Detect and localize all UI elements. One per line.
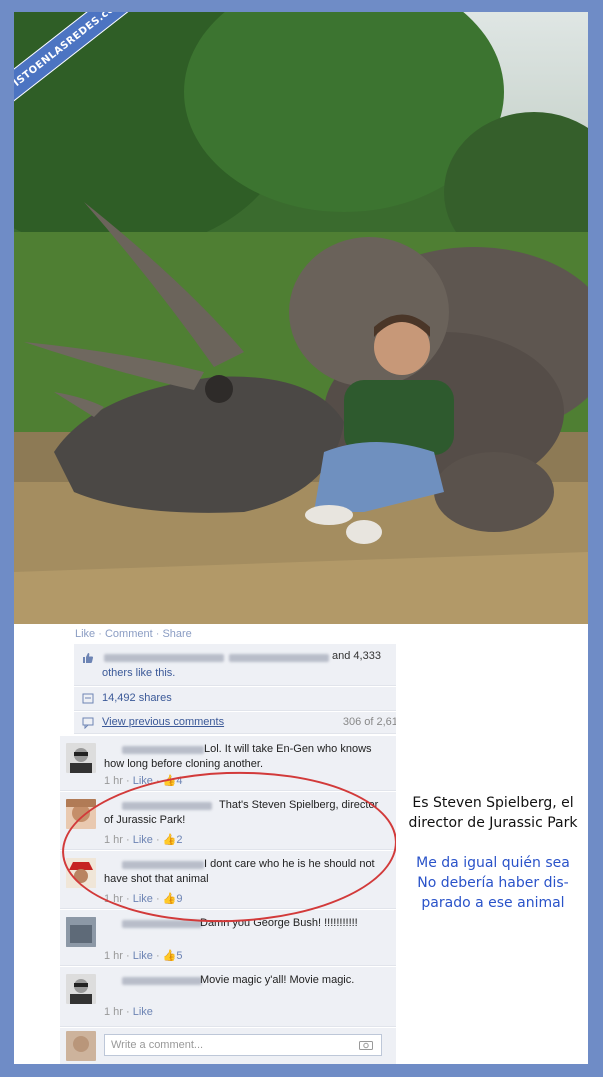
- comment-link[interactable]: Comment: [105, 628, 153, 640]
- like-link[interactable]: Like: [75, 628, 95, 640]
- comment-icon: [82, 717, 94, 729]
- comment-meta: 1 hr · Like: [104, 1006, 153, 1018]
- comment-meta: 1 hr · Like · 👍5: [104, 950, 183, 962]
- post-photo: VISTOENLASREDES.com: [14, 12, 588, 624]
- post-actions: Like · Comment · Share: [75, 628, 192, 640]
- blurred-names: [104, 654, 224, 662]
- shares-count[interactable]: 14,492 shares: [102, 692, 172, 704]
- others-like-text[interactable]: others like this.: [102, 667, 175, 679]
- view-previous-row: View previous comments 306 of 2,618: [74, 712, 410, 734]
- share-icon: [82, 693, 94, 704]
- blurred-names: [229, 654, 329, 662]
- comment-item: Movie magic y'all! Movie magic. 1 hr · L…: [60, 967, 396, 1027]
- write-comment-input[interactable]: Write a comment...: [104, 1034, 382, 1056]
- annotation-black: Es Steven Spielberg, el director de Jura…: [408, 795, 578, 831]
- likes-count: and 4,333: [332, 650, 381, 662]
- avatar: [66, 743, 96, 773]
- avatar: [66, 917, 96, 947]
- comment-like-link[interactable]: Like: [133, 1006, 153, 1018]
- annotation-panel: [396, 624, 588, 1064]
- view-previous-comments-link[interactable]: View previous comments: [102, 716, 224, 728]
- avatar: [66, 1031, 96, 1061]
- likes-summary: and 4,333 others like this.: [74, 644, 410, 686]
- comment-text: Movie magic y'all! Movie magic.: [200, 974, 355, 986]
- annotation-blue: Me da igual quién sea No debería haber d…: [416, 855, 570, 911]
- camera-icon[interactable]: [359, 1039, 373, 1050]
- comment-text: Lol. It will take En-Gen who knows how l…: [104, 743, 372, 770]
- comment-like-link[interactable]: Like: [133, 950, 153, 962]
- share-link[interactable]: Share: [162, 628, 191, 640]
- thumbs-up-icon: [83, 653, 94, 663]
- comment-count: 306 of 2,618: [342, 716, 404, 728]
- shares-row: 14,492 shares: [74, 687, 410, 711]
- write-comment-row: Write a comment...: [60, 1028, 396, 1064]
- avatar: [66, 974, 96, 1004]
